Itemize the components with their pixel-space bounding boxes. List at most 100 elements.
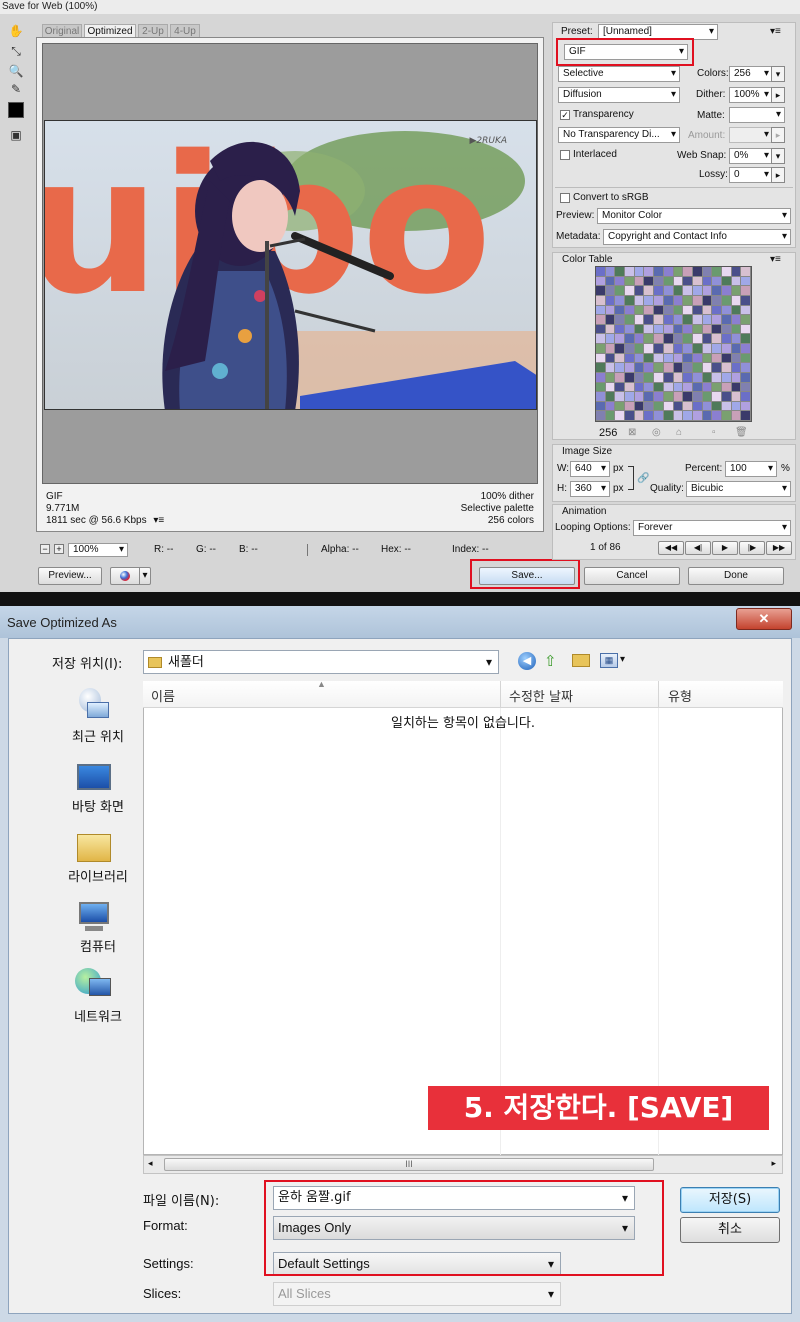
color-swatch[interactable] bbox=[712, 401, 722, 412]
color-swatch[interactable] bbox=[712, 344, 722, 354]
color-swatch[interactable] bbox=[605, 295, 616, 306]
color-swatch[interactable] bbox=[625, 382, 635, 393]
slices-select[interactable]: All Slices bbox=[273, 1282, 561, 1306]
color-swatch[interactable] bbox=[625, 401, 635, 412]
color-swatch[interactable] bbox=[712, 392, 722, 402]
color-swatch[interactable] bbox=[625, 344, 635, 354]
color-swatch[interactable] bbox=[596, 315, 606, 325]
color-swatch[interactable] bbox=[673, 353, 684, 364]
color-swatch[interactable] bbox=[692, 334, 703, 344]
color-swatch[interactable] bbox=[615, 334, 626, 344]
color-swatch[interactable] bbox=[663, 344, 674, 354]
color-swatch[interactable] bbox=[702, 334, 713, 344]
color-swatch[interactable] bbox=[615, 363, 626, 373]
color-swatch[interactable] bbox=[634, 315, 645, 325]
color-swatch[interactable] bbox=[673, 344, 684, 354]
color-swatch[interactable] bbox=[692, 324, 703, 335]
color-swatch[interactable] bbox=[731, 324, 742, 335]
color-swatch[interactable] bbox=[605, 372, 616, 383]
color-swatch[interactable] bbox=[596, 372, 606, 383]
color-swatch[interactable] bbox=[644, 315, 655, 325]
color-swatch[interactable] bbox=[654, 305, 664, 316]
color-swatch[interactable] bbox=[731, 401, 742, 412]
color-swatch[interactable] bbox=[673, 411, 684, 421]
colors-input[interactable]: 256 bbox=[729, 66, 773, 82]
color-swatch[interactable] bbox=[654, 353, 664, 364]
color-swatch[interactable] bbox=[596, 286, 606, 296]
new-folder-icon[interactable] bbox=[572, 654, 590, 667]
color-swatch[interactable] bbox=[634, 295, 645, 306]
color-swatch[interactable] bbox=[654, 363, 664, 373]
color-swatch[interactable] bbox=[721, 267, 732, 277]
color-swatch[interactable] bbox=[605, 286, 616, 296]
done-button[interactable]: Done bbox=[688, 567, 784, 585]
color-swatch[interactable] bbox=[692, 276, 703, 287]
color-swatch[interactable] bbox=[605, 363, 616, 373]
color-swatch[interactable] bbox=[605, 344, 616, 354]
color-swatch[interactable] bbox=[673, 324, 684, 335]
color-swatch[interactable] bbox=[605, 382, 616, 393]
color-swatch[interactable] bbox=[731, 315, 742, 325]
color-swatch[interactable] bbox=[663, 324, 674, 335]
dialog-cancel-button[interactable]: 취소 bbox=[680, 1217, 780, 1243]
column-date-modified[interactable]: 수정한 날짜 bbox=[509, 686, 573, 705]
color-swatch[interactable] bbox=[634, 324, 645, 335]
color-swatch[interactable] bbox=[731, 363, 742, 373]
slice-select-tool-icon[interactable]: ⤡ bbox=[6, 42, 26, 60]
color-swatch[interactable] bbox=[625, 324, 635, 335]
color-swatch[interactable] bbox=[596, 411, 606, 421]
color-swatch[interactable] bbox=[663, 372, 674, 383]
color-swatch[interactable] bbox=[712, 305, 722, 316]
color-swatch[interactable] bbox=[605, 276, 616, 287]
looping-select[interactable]: Forever bbox=[633, 520, 791, 536]
color-swatch[interactable] bbox=[596, 267, 606, 277]
color-swatch[interactable] bbox=[654, 324, 664, 335]
place-computer[interactable]: 컴퓨터 bbox=[48, 936, 148, 955]
color-swatch[interactable] bbox=[673, 334, 684, 344]
color-swatch[interactable] bbox=[692, 344, 703, 354]
color-swatch[interactable] bbox=[741, 267, 751, 277]
color-swatch[interactable] bbox=[721, 276, 732, 287]
color-swatch[interactable] bbox=[673, 372, 684, 383]
map-to-transparent-icon[interactable]: ⊠ bbox=[628, 426, 636, 440]
width-input[interactable]: 640 bbox=[570, 461, 610, 477]
color-swatch[interactable] bbox=[712, 363, 722, 373]
color-swatch[interactable] bbox=[741, 334, 751, 344]
color-swatch[interactable] bbox=[721, 411, 732, 421]
color-swatch[interactable] bbox=[663, 392, 674, 402]
web-snap-input[interactable]: 0% bbox=[729, 148, 773, 164]
tab-2-up[interactable]: 2-Up bbox=[138, 24, 168, 37]
color-swatch[interactable] bbox=[663, 334, 674, 344]
color-swatch[interactable] bbox=[721, 401, 732, 412]
first-frame-icon[interactable]: ◀◀ bbox=[658, 541, 684, 555]
color-swatch[interactable] bbox=[615, 267, 626, 277]
color-swatch[interactable] bbox=[634, 401, 645, 412]
color-swatch[interactable] bbox=[721, 363, 732, 373]
color-swatch[interactable] bbox=[644, 363, 655, 373]
color-swatch[interactable] bbox=[741, 315, 751, 325]
color-swatch[interactable] bbox=[673, 392, 684, 402]
color-swatch[interactable] bbox=[663, 276, 674, 287]
last-frame-icon[interactable]: ▶▶ bbox=[766, 541, 792, 555]
color-swatch[interactable] bbox=[741, 382, 751, 393]
color-swatch[interactable] bbox=[702, 286, 713, 296]
eyedropper-tool-icon[interactable]: ✎ bbox=[6, 80, 26, 98]
color-swatch[interactable] bbox=[644, 401, 655, 412]
web-snap-chevron-down-icon[interactable]: ▾ bbox=[771, 148, 785, 164]
color-swatch[interactable] bbox=[712, 315, 722, 325]
color-swatch[interactable] bbox=[741, 392, 751, 402]
percent-input[interactable]: 100 bbox=[725, 461, 777, 477]
color-swatch[interactable] bbox=[663, 267, 674, 277]
color-swatch[interactable] bbox=[673, 382, 684, 393]
color-swatch[interactable] bbox=[605, 411, 616, 421]
color-swatch[interactable] bbox=[712, 276, 722, 287]
color-swatch[interactable] bbox=[605, 401, 616, 412]
color-swatch[interactable] bbox=[721, 372, 732, 383]
color-swatch[interactable] bbox=[673, 363, 684, 373]
color-swatch[interactable] bbox=[683, 305, 693, 316]
color-swatch[interactable] bbox=[721, 344, 732, 354]
color-swatch[interactable] bbox=[702, 382, 713, 393]
color-swatch[interactable] bbox=[634, 276, 645, 287]
height-input[interactable]: 360 bbox=[570, 481, 610, 497]
preview-mode-select[interactable]: Monitor Color bbox=[597, 208, 791, 224]
